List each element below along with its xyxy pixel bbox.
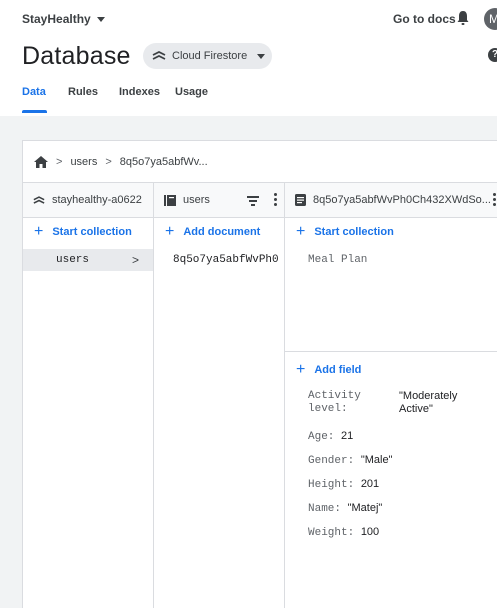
more-vert-icon[interactable]	[274, 193, 278, 206]
field-key: Age:	[308, 431, 342, 443]
breadcrumb-separator-icon: >	[56, 155, 63, 168]
breadcrumb-separator-icon: >	[105, 155, 112, 168]
page-title: Database	[22, 42, 131, 70]
plus-icon: +	[296, 223, 306, 240]
collection-column: users + Add document 8q5o7ya5abfWvPh0	[154, 183, 285, 608]
field-row[interactable]: Age: 21	[308, 430, 353, 443]
chevron-down-icon	[96, 16, 105, 22]
data-viewer-panel: > users > 8q5o7ya5abfWv... stayhealthy-a…	[22, 140, 497, 608]
root-column-header: stayhealthy-a0622	[23, 183, 153, 218]
help-icon[interactable]: ?	[488, 48, 497, 62]
avatar[interactable]: M	[484, 8, 497, 30]
field-value: 21	[341, 430, 354, 442]
document-column-header: 8q5o7ya5abfWvPh0Ch432XWdSo...	[285, 183, 497, 218]
chevron-right-icon: >	[132, 253, 140, 267]
field-row[interactable]: Weight: 100	[308, 526, 379, 539]
tab-indexes[interactable]: Indexes	[119, 86, 175, 116]
chevron-down-icon	[257, 53, 266, 59]
document-icon	[295, 194, 306, 206]
tab-bar: Data Rules Indexes Usage	[22, 86, 225, 116]
field-row[interactable]: Gender: "Male"	[308, 454, 392, 467]
add-field-button[interactable]: + Add field	[285, 358, 497, 382]
breadcrumb-document[interactable]: 8q5o7ya5abfWv...	[120, 156, 208, 168]
collection-column-header: users	[154, 183, 284, 218]
field-key: Height:	[308, 479, 361, 491]
breadcrumb-collection[interactable]: users	[70, 156, 97, 168]
breadcrumb: > users > 8q5o7ya5abfWv...	[23, 141, 497, 183]
field-key: Weight:	[308, 527, 361, 539]
collection-item-users[interactable]: users >	[23, 249, 153, 271]
start-subcollection-button[interactable]: + Start collection	[285, 220, 497, 244]
database-selector[interactable]: Cloud Firestore	[143, 43, 272, 69]
tab-usage[interactable]: Usage	[175, 86, 225, 116]
root-column: stayhealthy-a0622 + Start collection use…	[23, 183, 154, 608]
more-vert-icon[interactable]	[493, 193, 497, 206]
add-document-button[interactable]: + Add document	[154, 220, 284, 244]
document-title: 8q5o7ya5abfWvPh0Ch432XWdSo...	[313, 194, 491, 206]
field-key: Gender:	[308, 455, 361, 467]
bell-icon[interactable]	[456, 10, 470, 26]
field-value: "Matej"	[347, 502, 383, 514]
collection-icon	[164, 194, 176, 206]
add-document-label: Add document	[183, 226, 261, 238]
field-key: Activity level:	[308, 390, 361, 415]
top-bar: StayHealthy Go to docs M	[0, 0, 497, 38]
database-selector-label: Cloud Firestore	[172, 50, 248, 62]
field-row[interactable]: Name: "Matej"	[308, 502, 382, 515]
field-row[interactable]: Height: 201	[308, 478, 379, 491]
tab-rules[interactable]: Rules	[68, 86, 119, 116]
plus-icon: +	[165, 223, 175, 240]
home-icon[interactable]	[34, 155, 48, 168]
project-id: stayhealthy-a0622	[52, 194, 142, 206]
add-field-label: Add field	[314, 364, 362, 376]
firestore-icon	[152, 50, 166, 60]
plus-icon: +	[296, 361, 306, 378]
field-value: 100	[360, 526, 380, 538]
tab-data[interactable]: Data	[22, 86, 68, 116]
collection-title: users	[183, 194, 210, 206]
firestore-icon	[33, 195, 45, 204]
subcollection-item[interactable]: Meal Plan	[285, 254, 497, 266]
document-item-label: 8q5o7ya5abfWvPh0	[173, 254, 279, 266]
collection-item-label: users	[56, 254, 90, 266]
start-collection-label: Start collection	[314, 226, 394, 238]
filter-icon[interactable]	[247, 196, 259, 208]
start-collection-button[interactable]: + Start collection	[23, 220, 153, 244]
plus-icon: +	[34, 223, 44, 240]
document-item[interactable]: 8q5o7ya5abfWvPh0	[154, 249, 284, 271]
fields-section: + Add field Activity level: "Moderately …	[285, 351, 497, 539]
go-to-docs-link[interactable]: Go to docs	[393, 12, 456, 26]
project-name: StayHealthy	[22, 12, 91, 26]
field-value: "Moderately Active"	[399, 390, 458, 415]
field-value: "Male"	[360, 454, 393, 466]
field-key: Name:	[308, 503, 348, 515]
project-selector[interactable]: StayHealthy	[22, 12, 105, 26]
field-value: 201	[360, 478, 380, 490]
start-collection-label: Start collection	[52, 226, 132, 238]
document-column: 8q5o7ya5abfWvPh0Ch432XWdSo... + Start co…	[285, 183, 497, 608]
